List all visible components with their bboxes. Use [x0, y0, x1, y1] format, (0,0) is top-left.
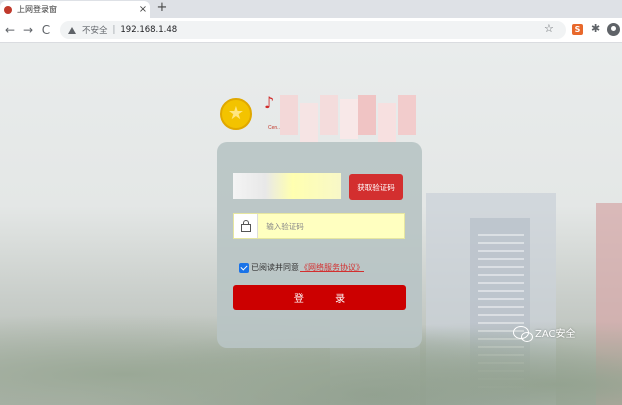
agreement-row: 已阅读并同意 《网络服务协议》: [239, 262, 364, 273]
browser-toolbar: ← → C 不安全 | 192.168.1.48 ☆ S ✱: [0, 18, 622, 43]
favicon-icon: [4, 5, 12, 14]
new-tab-icon[interactable]: +: [155, 0, 169, 18]
redacted-logo-block: [320, 95, 338, 135]
redacted-logo-block: [280, 95, 298, 135]
tab-strip: 上网登录窗 × +: [0, 0, 622, 18]
profile-avatar-icon[interactable]: [607, 23, 620, 36]
login-card: 获取验证码 已阅读并同意 《网络服务协议》 登 录: [217, 142, 422, 348]
extensions-puzzle-icon[interactable]: ✱: [591, 22, 600, 35]
tab-title: 上网登录窗: [17, 5, 57, 14]
watermark: ZAC安全: [513, 325, 576, 342]
phone-input[interactable]: [233, 173, 341, 199]
screenshot-root: 上网登录窗 × + ← → C 不安全 | 192.168.1.48 ☆ S ✱…: [0, 0, 622, 405]
redacted-logo-block: [358, 95, 376, 135]
address-url[interactable]: 192.168.1.48: [120, 25, 177, 35]
lock-icon: [234, 214, 259, 238]
forward-arrow-icon[interactable]: →: [20, 22, 36, 38]
security-label: 不安全: [82, 26, 108, 36]
redacted-logo-block: [378, 103, 396, 143]
extension-icon[interactable]: S: [572, 24, 583, 35]
lock-shape: [240, 220, 251, 232]
warning-icon: [68, 26, 76, 34]
login-button[interactable]: 登 录: [233, 285, 406, 310]
get-code-button[interactable]: 获取验证码: [349, 174, 403, 200]
verification-code-input[interactable]: [264, 220, 404, 232]
logo-mark-icon: ♪: [264, 93, 275, 112]
login-page: ★ ♪ Cen... 获取验证码 已阅读并同意 《网: [0, 43, 622, 405]
verification-code-field[interactable]: [233, 213, 405, 239]
agreement-text: 已阅读并同意: [251, 263, 299, 272]
redacted-logo-block: [300, 103, 318, 143]
address-bar[interactable]: 不安全 | 192.168.1.48: [60, 21, 566, 39]
reload-icon[interactable]: C: [38, 22, 54, 38]
redacted-phone-number: [233, 173, 341, 199]
address-separator: |: [112, 25, 116, 35]
redacted-logo-block: [398, 95, 416, 135]
redacted-logo-block: [340, 99, 358, 139]
tab-close-icon[interactable]: ×: [136, 4, 150, 15]
watermark-text: ZAC安全: [535, 329, 576, 340]
bookmark-star-icon[interactable]: ☆: [544, 22, 554, 35]
wechat-icon: [513, 326, 533, 342]
star-icon: ★: [227, 103, 245, 124]
back-arrow-icon[interactable]: ←: [2, 22, 18, 38]
agreement-checkbox[interactable]: [239, 262, 249, 273]
agreement-link[interactable]: 《网络服务协议》: [300, 262, 364, 273]
browser-tab[interactable]: 上网登录窗 ×: [0, 1, 150, 18]
emblem-icon: ★: [220, 98, 252, 130]
